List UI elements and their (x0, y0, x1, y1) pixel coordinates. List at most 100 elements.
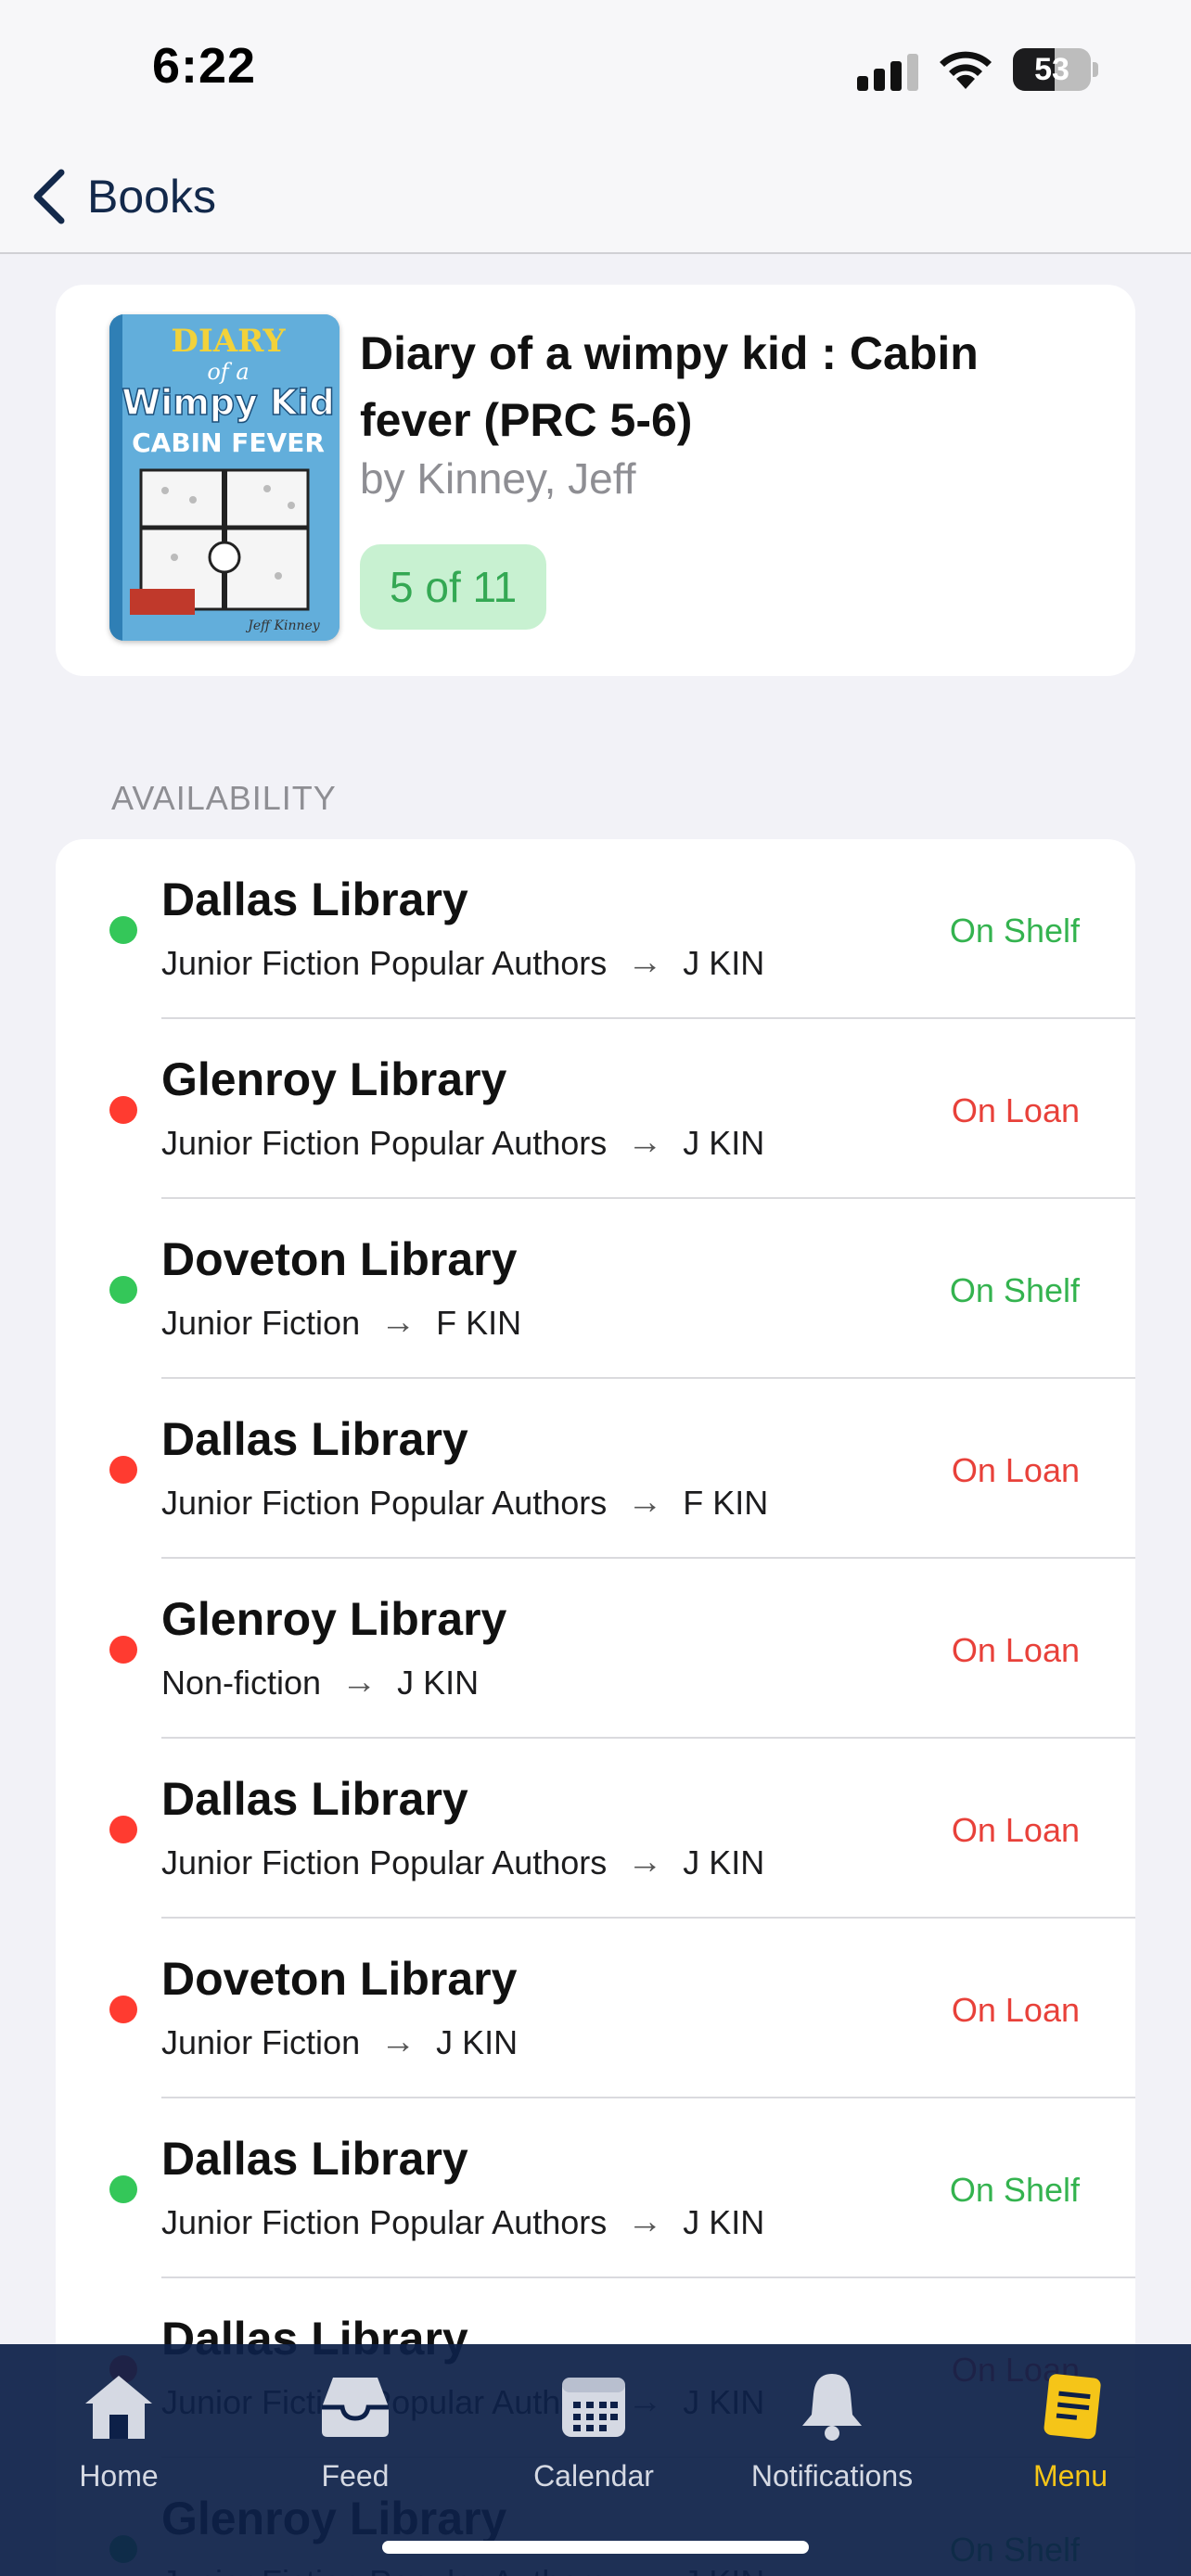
availability-status-dot (109, 1096, 137, 1124)
holding-row[interactable]: Dallas Library Junior Fiction Popular Aut… (56, 1739, 1135, 1919)
collection-name: Junior Fiction Popular Authors (161, 1123, 608, 1162)
holding-row[interactable]: Dallas Library Junior Fiction Popular Aut… (56, 839, 1135, 1019)
shelf-location: Non-fiction → J KIN (161, 1663, 479, 1702)
library-name: Dallas Library (161, 2133, 468, 2185)
tab-feed-label: Feed (321, 2459, 390, 2493)
call-number: J KIN (683, 1843, 765, 1881)
collection-name: Junior Fiction Popular Authors (161, 1843, 608, 1881)
call-number: J KIN (436, 2022, 519, 2061)
holding-row[interactable]: Dallas Library Junior Fiction Popular Aut… (56, 2098, 1135, 2278)
tab-notifications-label: Notifications (750, 2459, 914, 2493)
collection-name: Junior Fiction Popular Authors (161, 2202, 608, 2241)
tab-calendar[interactable]: Calendar (492, 2363, 696, 2502)
availability-status-dot (109, 1636, 137, 1664)
holding-row[interactable]: Glenroy Library Junior Fiction Popular Au… (56, 1019, 1135, 1199)
availability-status: On Loan (951, 1451, 1080, 1489)
cover-title-line2: of a (207, 359, 249, 385)
collection-name: Junior Fiction (161, 1303, 361, 1342)
call-number: F KIN (683, 1483, 769, 1522)
availability-status-dot (109, 1456, 137, 1484)
shelf-location: Junior Fiction Popular Authors → J KIN (161, 2202, 764, 2242)
holding-row[interactable]: Glenroy Library Non-fiction → J KIN On Loan (56, 1559, 1135, 1739)
availability-status-dot (109, 1816, 137, 1843)
arrow-right-icon: → (627, 1843, 663, 1881)
wifi-icon (940, 51, 992, 89)
holdings-list: Dallas Library Junior Fiction Popular Aut… (56, 839, 1135, 2576)
tab-menu[interactable]: Menu (968, 2363, 1172, 2502)
holding-row[interactable]: Doveton Library Junior Fiction → F KIN On Sh… (56, 1199, 1135, 1379)
menu-card-icon (1044, 2374, 1101, 2440)
home-icon (85, 2376, 152, 2439)
navigation-bar: Books (0, 139, 1191, 254)
cover-title-line4: CABIN FEVER (132, 427, 325, 458)
library-name: Glenroy Library (161, 1053, 507, 1105)
arrow-right-icon: → (627, 1483, 663, 1522)
arrow-right-icon: → (627, 943, 663, 982)
arrow-right-icon: → (341, 1663, 378, 1702)
collection-name: Junior Fiction Popular Authors (161, 943, 608, 982)
arrow-right-icon: → (627, 1123, 663, 1162)
holding-row[interactable]: Doveton Library Junior Fiction → J KIN On Lo… (56, 1919, 1135, 2098)
shelf-location: Junior Fiction → F KIN (161, 1303, 521, 1343)
call-number: J KIN (683, 1123, 765, 1162)
availability-status: On Shelf (949, 1271, 1080, 1309)
collection-name: Non-fiction (161, 1663, 322, 1702)
cover-author-signature: Jeff Kinney (245, 618, 321, 633)
shelf-location: Junior Fiction Popular Authors → J KIN (161, 1843, 764, 1882)
library-name: Glenroy Library (161, 1593, 507, 1645)
availability-status: On Loan (951, 1811, 1080, 1849)
inbox-icon (322, 2378, 389, 2437)
home-indicator (382, 2541, 809, 2554)
tab-notifications[interactable]: Notifications (730, 2363, 934, 2502)
tab-home[interactable]: Home (17, 2363, 221, 2502)
availability-status-dot (109, 2175, 137, 2203)
tab-calendar-label: Calendar (533, 2459, 654, 2493)
library-name: Dallas Library (161, 874, 468, 925)
arrow-right-icon: → (627, 2202, 663, 2241)
shelf-location: Junior Fiction → J KIN (161, 2022, 518, 2062)
availability-status: On Loan (951, 1631, 1080, 1669)
tab-feed[interactable]: Feed (253, 2363, 457, 2502)
availability-status: On Shelf (949, 2171, 1080, 2209)
library-name: Dallas Library (161, 1773, 468, 1825)
availability-status-dot (109, 916, 137, 944)
availability-status-dot (109, 1996, 137, 2023)
tab-menu-label: Menu (1032, 2459, 1108, 2493)
availability-count-badge: 5 of 11 (360, 544, 547, 630)
cover-title-line3: Wimpy Kid (122, 382, 334, 423)
chevron-left-icon (33, 169, 65, 224)
call-number: J KIN (683, 2202, 765, 2241)
call-number: F KIN (436, 1303, 522, 1342)
calendar-icon (562, 2378, 625, 2437)
availability-section-header: AVAILABILITY (111, 779, 337, 817)
availability-status-dot (109, 1276, 137, 1304)
library-name: Doveton Library (161, 1953, 518, 2005)
availability-status: On Loan (951, 1991, 1080, 2029)
call-number: J KIN (397, 1663, 480, 1702)
holding-row[interactable]: Dallas Library Junior Fiction Popular Aut… (56, 1379, 1135, 1559)
cover-title-line1: DIARY (171, 323, 286, 360)
collection-name: Junior Fiction Popular Authors (161, 1483, 608, 1522)
bell-icon (802, 2374, 862, 2441)
library-name: Doveton Library (161, 1233, 518, 1285)
back-label: Books (87, 171, 216, 223)
library-name: Dallas Library (161, 1413, 468, 1465)
status-time: 6:22 (152, 38, 257, 94)
book-cover-image[interactable]: DIARY of a Wimpy Kid CABIN FEVER Jeff Ki… (109, 314, 339, 641)
book-summary-card: DIARY of a Wimpy Kid CABIN FEVER Jeff Ki… (56, 285, 1135, 676)
arrow-right-icon: → (380, 1303, 416, 1342)
collection-name: Junior Fiction (161, 2022, 361, 2061)
arrow-right-icon: → (380, 2022, 416, 2061)
back-button[interactable]: Books (30, 159, 216, 234)
book-title: Diary of a wimpy kid : Cabin fever (PRC … (360, 327, 979, 446)
screen: 6:22 53 Books DIARY of a Wimpy Kid CABIN… (0, 0, 1191, 2576)
availability-status: On Shelf (949, 912, 1080, 950)
shelf-location: Junior Fiction Popular Authors → F KIN (161, 1483, 768, 1523)
shelf-location: Junior Fiction Popular Authors → J KIN (161, 1123, 764, 1163)
tab-home-label: Home (79, 2459, 159, 2493)
battery-icon: 53 (1013, 48, 1098, 91)
status-bar: 6:22 53 (0, 0, 1191, 139)
shelf-location: Junior Fiction Popular Authors → J KIN (161, 943, 764, 983)
battery-percentage: 53 (1034, 52, 1069, 87)
book-author: by Kinney, Jeff (360, 454, 636, 503)
